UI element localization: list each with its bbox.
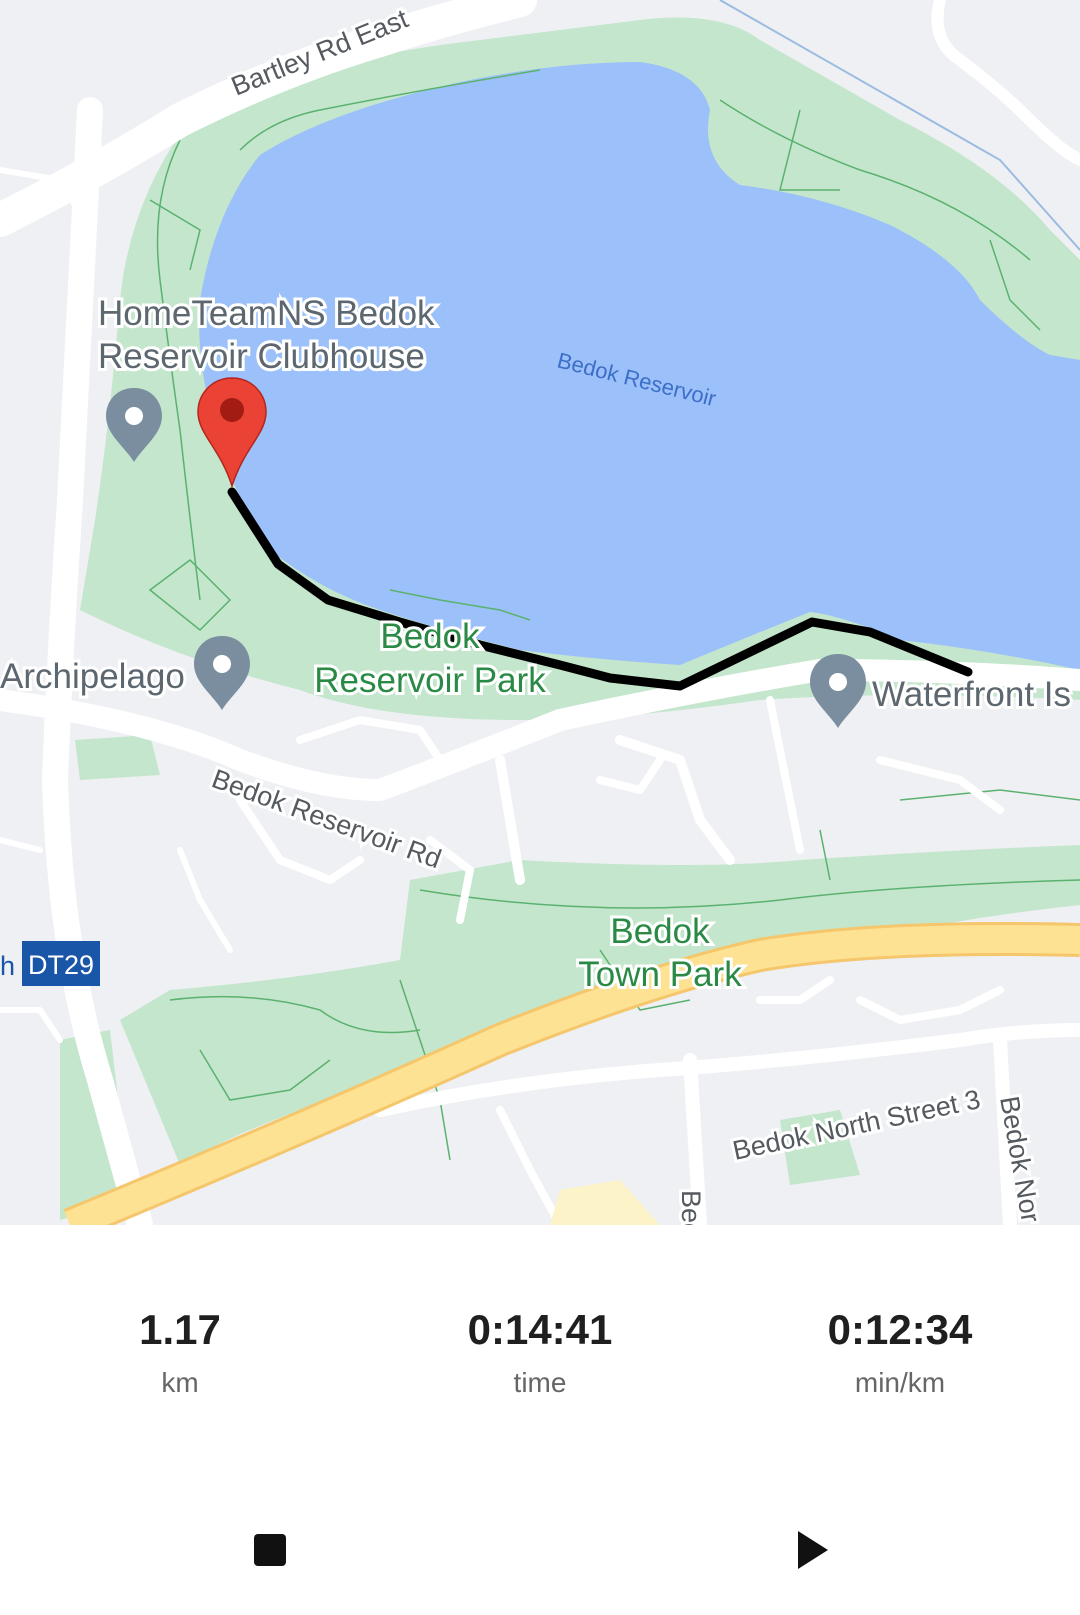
play-icon xyxy=(798,1531,828,1569)
map-canvas: Bedok Reservoir Bartley Rd East Bedok Re… xyxy=(0,0,1080,1225)
park-label-town-line1: Bedok xyxy=(610,912,710,951)
stop-icon xyxy=(254,1534,286,1566)
poi-label-archipelago: Archipelago xyxy=(0,657,185,696)
run-tracker-screen: Bedok Reservoir Bartley Rd East Bedok Re… xyxy=(0,0,1080,1615)
small-park-left xyxy=(75,735,160,780)
stat-pace: 0:12:34 min/km xyxy=(750,1305,1050,1399)
stat-distance: 1.17 km xyxy=(30,1305,330,1399)
stop-button[interactable] xyxy=(230,1510,310,1590)
distance-unit: km xyxy=(161,1367,199,1398)
pace-unit: min/km xyxy=(854,1367,946,1398)
stat-time: 0:14:41 time xyxy=(390,1305,690,1399)
road-label-bedok-partial: Bec xyxy=(676,1190,706,1225)
poi-label-clubhouse-line1: HomeTeamNS Bedok xyxy=(98,294,435,333)
poi-label-waterfront: Waterfront Is xyxy=(872,675,1071,714)
play-button[interactable] xyxy=(770,1510,850,1590)
poi-label-clubhouse-line2: Reservoir Clubhouse xyxy=(98,337,425,376)
pace-value: 0:12:34 xyxy=(827,1306,973,1353)
run-stats-panel: 1.17 km 0:14:41 time 0:12:34 min/km xyxy=(0,1225,1080,1475)
time-value: 0:14:41 xyxy=(467,1306,613,1353)
station-code: DT29 xyxy=(28,950,94,980)
station-label-prefix: h xyxy=(0,951,15,981)
time-unit: time xyxy=(513,1367,567,1398)
run-controls xyxy=(0,1490,1080,1610)
park-label-reservoir-line1: Bedok xyxy=(380,617,480,656)
map-view[interactable]: Bedok Reservoir Bartley Rd East Bedok Re… xyxy=(0,0,1080,1225)
park-label-town-line2: Town Park xyxy=(578,955,742,994)
distance-value: 1.17 xyxy=(139,1306,221,1353)
park-label-reservoir-line2: Reservoir Park xyxy=(314,661,546,700)
